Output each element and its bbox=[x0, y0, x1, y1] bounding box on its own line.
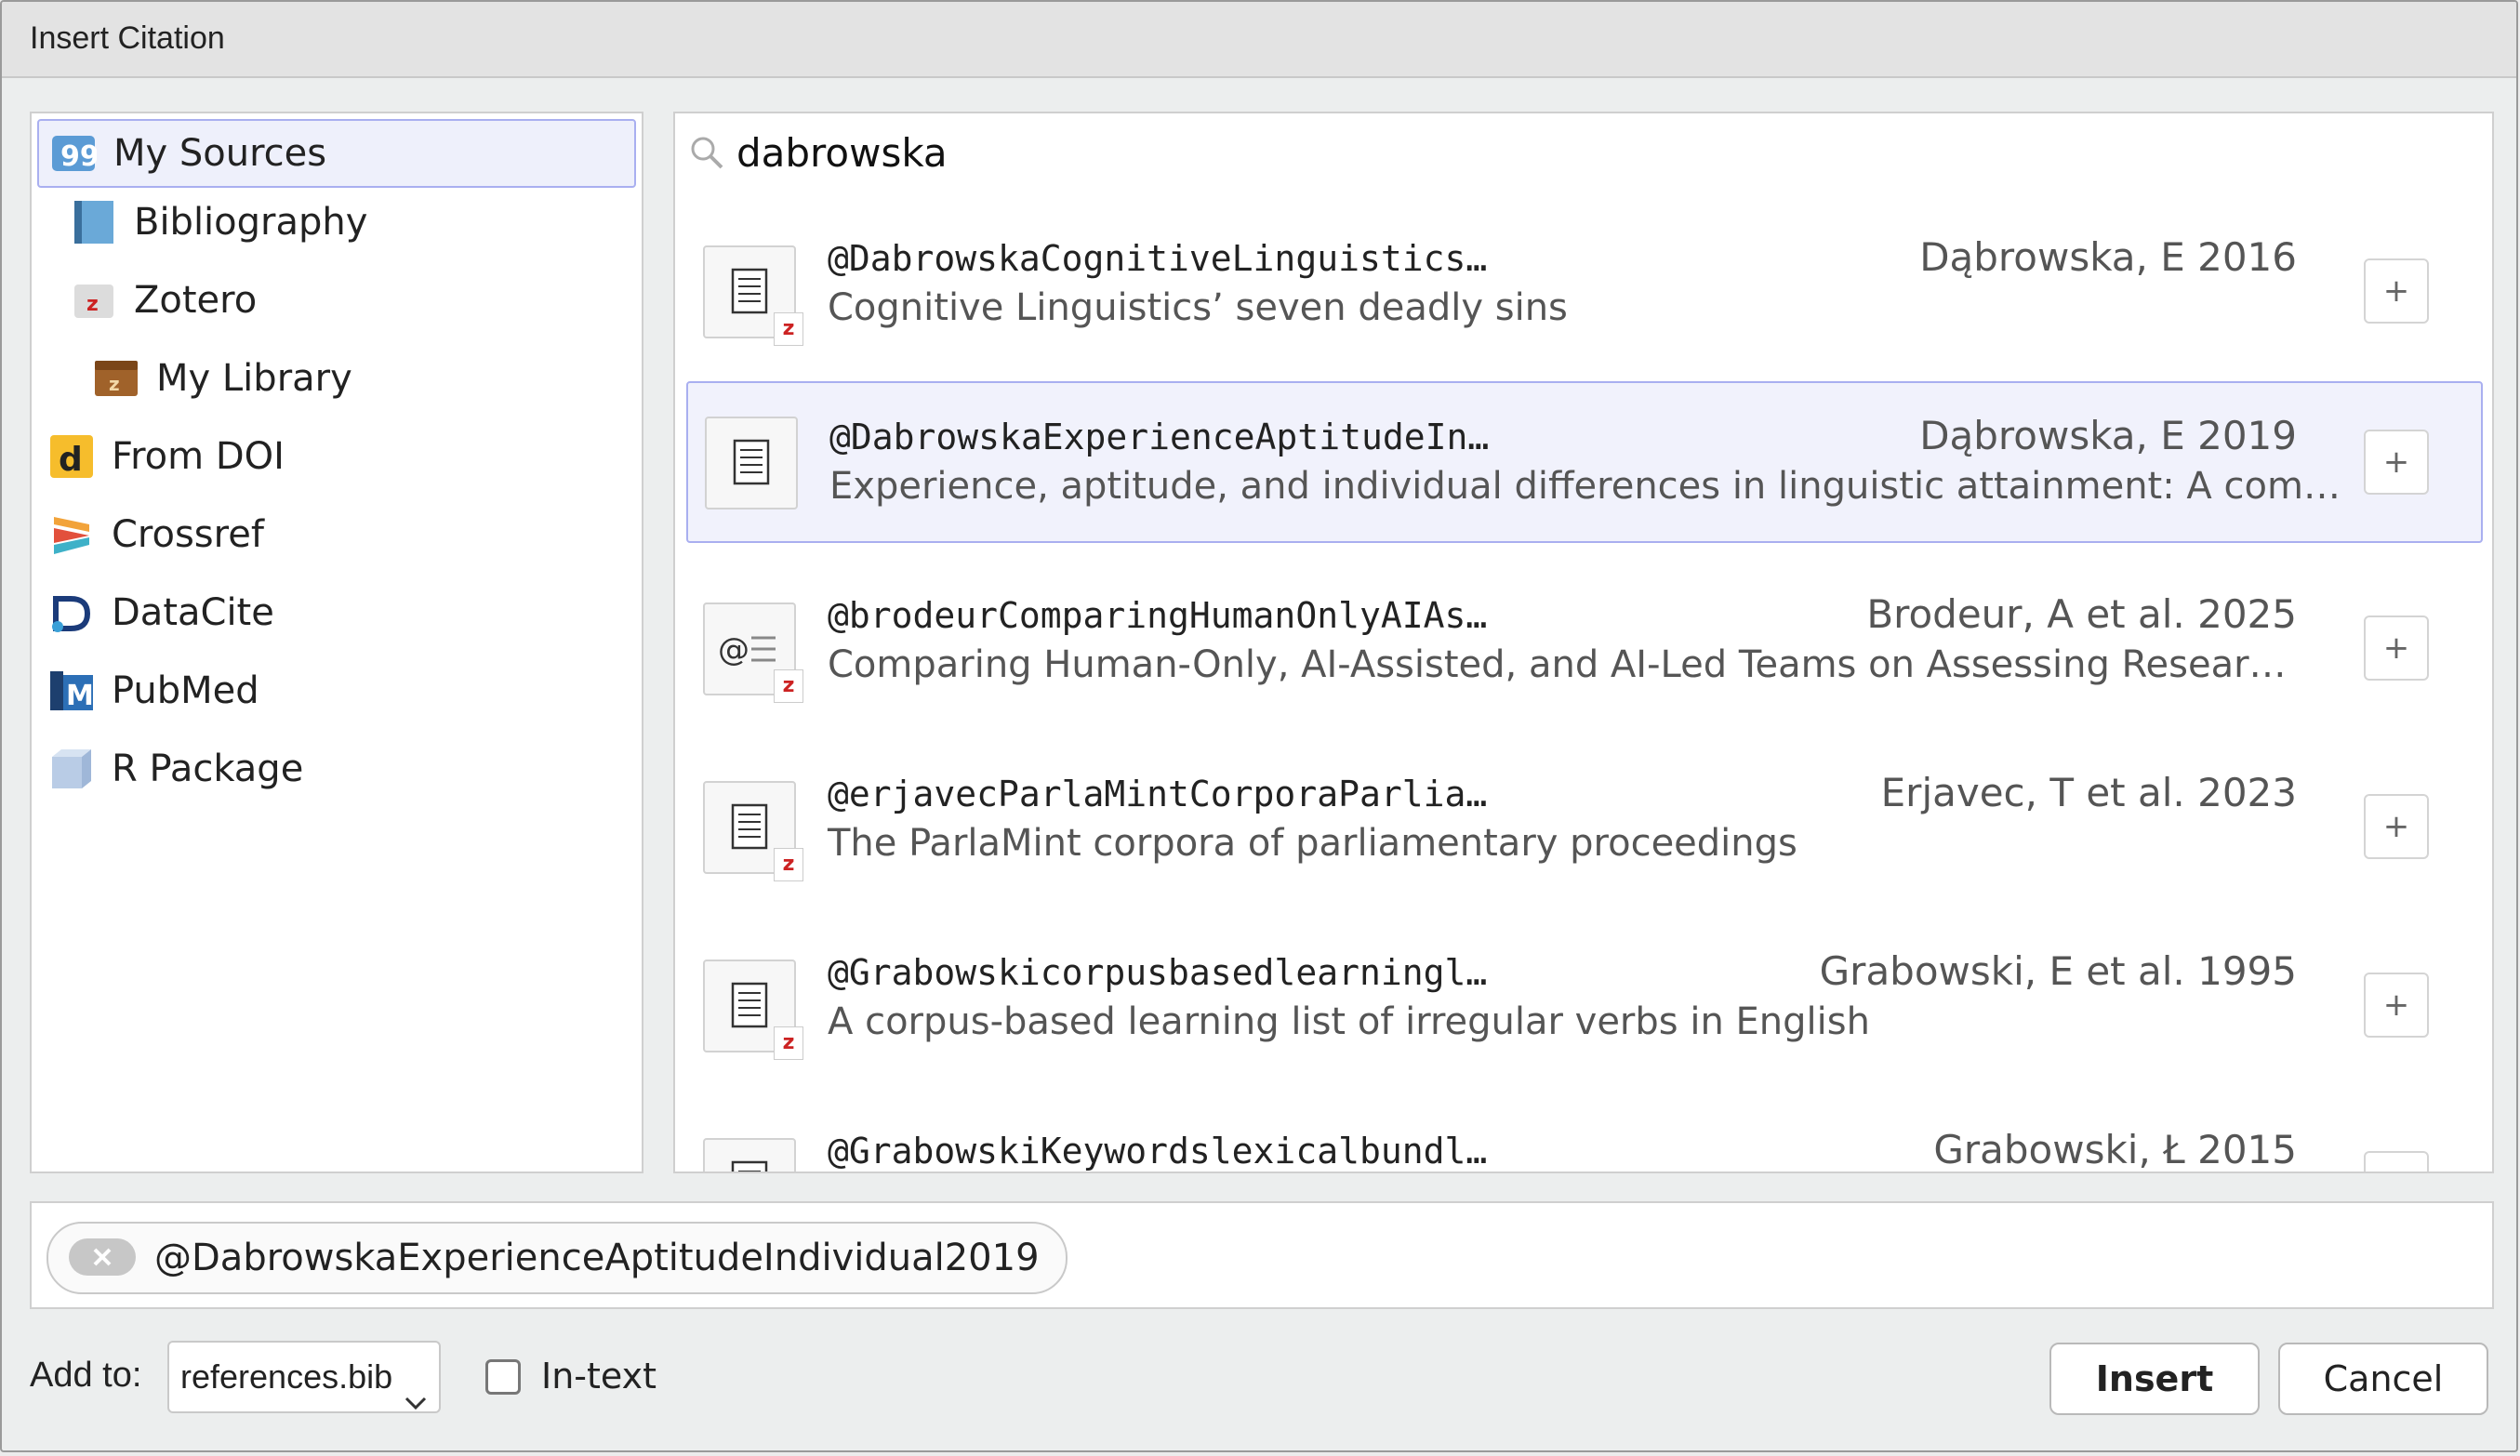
document-icon bbox=[705, 417, 798, 510]
source-my-sources[interactable]: 99 My Sources bbox=[37, 119, 636, 188]
citation-key: @DabrowskaCognitiveLinguistics… bbox=[828, 238, 1488, 279]
add-citation-button[interactable]: + bbox=[2364, 1151, 2429, 1171]
add-citation-button[interactable]: + bbox=[2364, 615, 2429, 681]
document-icon bbox=[703, 1138, 796, 1171]
document-icon: z bbox=[703, 781, 803, 881]
intext-checkbox[interactable] bbox=[485, 1359, 521, 1395]
result-item[interactable]: @ z @brodeurComparingHumanOnlyAIAs… Brod… bbox=[686, 554, 2483, 716]
zotero-badge-icon: z bbox=[774, 669, 803, 703]
svg-text:M: M bbox=[66, 680, 94, 712]
source-crossref[interactable]: Crossref bbox=[48, 500, 264, 569]
source-label: PubMed bbox=[112, 669, 259, 712]
citation-key: @DabrowskaExperienceAptitudeIn… bbox=[829, 417, 1490, 457]
add-citation-button[interactable]: + bbox=[2364, 794, 2429, 859]
pubmed-icon: M bbox=[48, 668, 95, 714]
svg-text:99: 99 bbox=[60, 140, 97, 173]
result-item[interactable]: z @DabrowskaCognitiveLinguistics… Dąbrow… bbox=[686, 197, 2483, 359]
intext-label: In-text bbox=[541, 1356, 657, 1396]
source-from-doi[interactable]: d From DOI bbox=[48, 422, 285, 491]
citation-author-year: Grabowski, E et al. 1995 bbox=[1819, 948, 2297, 994]
source-label: DataCite bbox=[112, 591, 274, 634]
citation-chip: @DabrowskaExperienceAptitudeIndividual20… bbox=[46, 1222, 1068, 1294]
svg-text:@: @ bbox=[718, 631, 749, 668]
add-citation-button[interactable]: + bbox=[2364, 973, 2429, 1038]
zotero-badge-icon: z bbox=[774, 1026, 803, 1060]
my-sources-icon: 99 bbox=[50, 130, 99, 177]
search-icon bbox=[688, 134, 725, 171]
source-bibliography[interactable]: Bibliography bbox=[71, 188, 367, 257]
citation-author-year: Grabowski, Ł 2015 bbox=[1933, 1127, 2297, 1172]
source-r-package[interactable]: R Package bbox=[48, 735, 303, 803]
insert-citation-dialog: Insert Citation 99 My Sources Bibliograp… bbox=[0, 0, 2518, 1452]
datacite-icon bbox=[48, 589, 95, 636]
citation-author-year: Erjavec, T et al. 2023 bbox=[1880, 770, 2297, 815]
add-to-label: Add to: bbox=[30, 1356, 142, 1395]
citation-key: @Grabowskicorpusbasedlearningl… bbox=[828, 952, 1488, 993]
selected-citations-field[interactable]: @DabrowskaExperienceAptitudeIndividual20… bbox=[30, 1201, 2494, 1309]
svg-text:d: d bbox=[59, 441, 83, 479]
remove-citation-button[interactable] bbox=[69, 1238, 136, 1276]
r-package-icon bbox=[48, 746, 95, 792]
search-box bbox=[673, 112, 2494, 192]
result-item[interactable]: z @Grabowskicorpusbasedlearningl… Grabow… bbox=[686, 911, 2483, 1073]
sources-panel: 99 My Sources Bibliography z Zotero z My… bbox=[30, 112, 643, 1173]
crossref-icon bbox=[48, 511, 95, 558]
citation-key: @brodeurComparingHumanOnlyAIAs… bbox=[828, 595, 1488, 636]
result-item[interactable]: z @erjavecParlaMintCorporaParlia… Erjave… bbox=[686, 733, 2483, 894]
result-item[interactable]: @GrabowskiKeywordslexicalbundl… Grabowsk… bbox=[686, 1090, 2483, 1172]
bibliography-icon bbox=[71, 199, 117, 245]
zotero-badge-icon: z bbox=[774, 848, 803, 881]
source-label: Bibliography bbox=[134, 201, 368, 244]
source-zotero[interactable]: z Zotero bbox=[71, 266, 257, 335]
web-document-icon: @ z bbox=[703, 602, 803, 703]
citation-author-year: Dąbrowska, E 2016 bbox=[1919, 234, 2297, 280]
citation-key: @GrabowskiKeywordslexicalbundl… bbox=[828, 1131, 1488, 1171]
citation-chip-label: @DabrowskaExperienceAptitudeIndividual20… bbox=[154, 1237, 1040, 1279]
zotero-badge-icon: z bbox=[774, 312, 803, 346]
citation-title: A corpus-based learning list of irregula… bbox=[828, 1000, 1870, 1043]
add-to-value: references.bib bbox=[180, 1357, 393, 1396]
chevron-down-icon bbox=[404, 1367, 428, 1410]
source-label: Crossref bbox=[112, 513, 264, 556]
results-list: z @DabrowskaCognitiveLinguistics… Dąbrow… bbox=[673, 190, 2494, 1173]
add-citation-button[interactable]: + bbox=[2364, 258, 2429, 324]
cancel-button[interactable]: Cancel bbox=[2278, 1343, 2488, 1415]
source-label: My Sources bbox=[113, 132, 327, 175]
svg-text:z: z bbox=[109, 373, 120, 395]
doi-icon: d bbox=[48, 433, 95, 480]
result-item[interactable]: @DabrowskaExperienceAptitudeIn… Dąbrowsk… bbox=[686, 381, 2483, 543]
document-icon: z bbox=[703, 245, 803, 346]
citation-author-year: Dąbrowska, E 2019 bbox=[1919, 413, 2297, 458]
dialog-title: Insert Citation bbox=[30, 20, 225, 56]
zotero-folder-icon: z bbox=[71, 277, 117, 324]
source-label: From DOI bbox=[112, 435, 285, 478]
source-pubmed[interactable]: M PubMed bbox=[48, 656, 259, 725]
citation-author-year: Brodeur, A et al. 2025 bbox=[1866, 591, 2297, 637]
source-label: My Library bbox=[156, 357, 352, 400]
search-input[interactable] bbox=[735, 121, 2468, 184]
library-box-icon: z bbox=[93, 355, 139, 402]
citation-key: @erjavecParlaMintCorporaParlia… bbox=[828, 774, 1488, 814]
insert-button[interactable]: Insert bbox=[2049, 1343, 2260, 1415]
source-my-library[interactable]: z My Library bbox=[93, 344, 352, 413]
citation-title: Cognitive Linguistics’ seven deadly sins bbox=[828, 286, 1568, 329]
citation-title: The ParlaMint corpora of parliamentary p… bbox=[828, 822, 1797, 865]
add-to-select[interactable]: references.bib bbox=[167, 1341, 441, 1413]
source-label: Zotero bbox=[134, 279, 258, 322]
add-citation-button[interactable]: + bbox=[2364, 430, 2429, 495]
source-datacite[interactable]: DataCite bbox=[48, 578, 274, 647]
document-icon: z bbox=[703, 960, 803, 1060]
title-bar: Insert Citation bbox=[2, 2, 2516, 78]
citation-title: Experience, aptitude, and individual dif… bbox=[829, 465, 2341, 508]
citation-title: Comparing Human-Only, AI-Assisted, and A… bbox=[828, 643, 2287, 686]
source-label: R Package bbox=[112, 748, 304, 790]
svg-text:z: z bbox=[86, 293, 99, 316]
